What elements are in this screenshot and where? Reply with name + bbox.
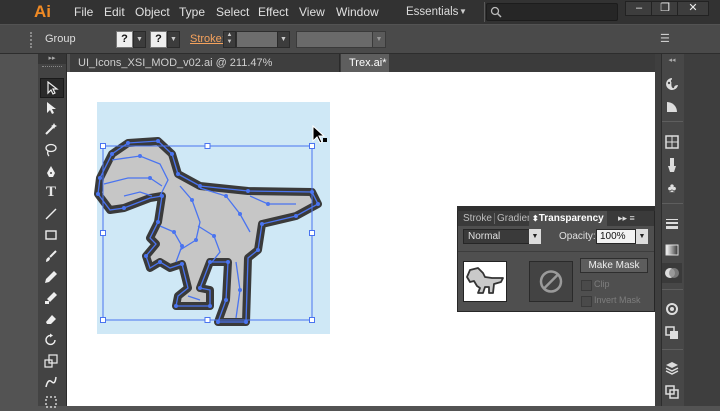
menu-effect[interactable]: Effect [258,0,288,24]
divider [458,251,654,252]
selection-type-label: Group [45,33,76,45]
pen-tool-icon[interactable] [40,163,62,181]
menu-object[interactable]: Object [135,0,170,24]
direct-selection-tool-icon[interactable] [40,99,62,117]
mouse-cursor-icon [312,125,327,144]
trex-artwork[interactable] [90,130,330,330]
appearance-icon[interactable] [662,299,682,319]
divider [484,2,485,22]
grip-handle[interactable] [42,66,62,70]
divider [662,203,683,204]
stroke-weight-dropdown[interactable]: ▼ [277,31,290,48]
tab-gradient[interactable]: Gradien [497,211,533,226]
menu-window[interactable]: Window [336,0,379,24]
invert-mask-label: Invert Mask [594,295,641,305]
panel-menu-icon[interactable]: ▸▸ ≡ [618,211,635,226]
selection-tool-icon[interactable] [40,78,64,98]
app-logo: Ai [34,2,51,21]
tab-label: Trex.ai* [349,57,387,69]
fill-dropdown[interactable]: ▼ [133,31,146,48]
artwork-thumbnail[interactable] [463,261,507,302]
chevron-down-icon[interactable]: ▼ [529,229,541,244]
artboards-icon[interactable] [662,382,682,402]
chevron-down-icon[interactable]: ▼ [459,3,467,21]
tab-transparency[interactable]: ⬍Transparency [529,211,607,226]
gradient-panel-icon[interactable] [662,240,682,260]
sort-arrows-icon: ⬍ [532,214,539,223]
divider [662,121,683,122]
tab-ui-icons[interactable]: UI_Icons_XSI_MOD_v02.ai @ 211.47% (CMYK/… [70,54,340,87]
menu-file[interactable]: File [74,0,93,24]
scale-tool-icon[interactable] [40,352,62,370]
symbols-icon[interactable]: ♣ [662,178,682,198]
panel-collapse-icon[interactable]: ▸▸ [38,54,66,64]
menu-edit[interactable]: Edit [104,0,125,24]
profile-dropdown[interactable]: ▼ [372,31,386,48]
pencil-tool-icon[interactable] [40,268,62,286]
lasso-tool-icon[interactable] [40,141,62,159]
color-guide-icon[interactable] [662,74,682,94]
brushes-icon[interactable] [662,155,682,175]
variable-width-profile[interactable] [296,31,373,48]
maximize-button[interactable]: ❐ [651,1,679,16]
stroke-dropdown[interactable]: ▼ [167,31,180,48]
magic-wand-tool-icon[interactable] [40,120,62,138]
tab-stroke[interactable]: Stroke [463,211,492,226]
divider [662,289,683,290]
rotate-tool-icon[interactable] [40,331,62,349]
make-mask-button[interactable]: Make Mask [580,258,648,273]
eraser-tool-icon[interactable] [40,310,62,328]
search-icon [490,6,502,18]
trex-thumbnail-icon [466,267,504,294]
control-panel-menu-icon[interactable]: ☰ [660,32,670,45]
fill-swatch[interactable]: ? [116,31,133,48]
menu-type[interactable]: Type [179,0,205,24]
clip-label: Clip [594,279,610,289]
rectangle-tool-icon[interactable] [40,226,62,244]
panel-expand-icon[interactable]: ◂◂ [663,56,681,65]
close-button[interactable]: ✕ [677,1,709,16]
opacity-field[interactable]: 100% [596,229,636,244]
layers-icon[interactable] [662,358,682,378]
transparency-icon[interactable] [662,263,682,283]
search-input[interactable] [486,3,618,21]
divider [494,213,495,224]
divider [662,349,683,350]
stroke-weight-stepper[interactable]: ▲ ▼ [223,31,236,48]
no-mask-icon [539,270,563,293]
opacity-label: Opacity: [559,231,596,242]
chevron-down-icon[interactable]: ▼ [636,229,648,244]
free-transform-tool-icon[interactable] [40,393,62,411]
swatches-icon[interactable] [662,132,682,152]
menu-view[interactable]: View [299,0,325,24]
grip-handle[interactable] [30,32,37,48]
menu-select[interactable]: Select [216,0,249,24]
warp-tool-icon[interactable] [40,373,62,391]
stroke-swatch[interactable]: ? [150,31,167,48]
opacity-mask-slot[interactable] [529,261,573,302]
stroke-label[interactable]: Stroke: [190,33,225,45]
tab-label: Transparency [538,213,604,224]
minimize-button[interactable]: – [625,1,653,16]
gradient-icon[interactable] [662,97,682,117]
clip-checkbox[interactable] [581,280,592,291]
graphic-styles-icon[interactable] [662,323,682,343]
paintbrush-tool-icon[interactable] [40,247,62,265]
type-tool-icon[interactable]: T [40,183,62,201]
blob-brush-tool-icon[interactable] [40,289,62,307]
stroke-weight-field[interactable] [236,31,278,48]
stroke-icon[interactable] [662,214,682,234]
tab-trex[interactable]: Trex.ai* [341,54,389,72]
line-segment-tool-icon[interactable] [40,205,62,223]
scrollbar-region[interactable] [684,54,720,406]
invert-mask-checkbox[interactable] [581,296,592,307]
